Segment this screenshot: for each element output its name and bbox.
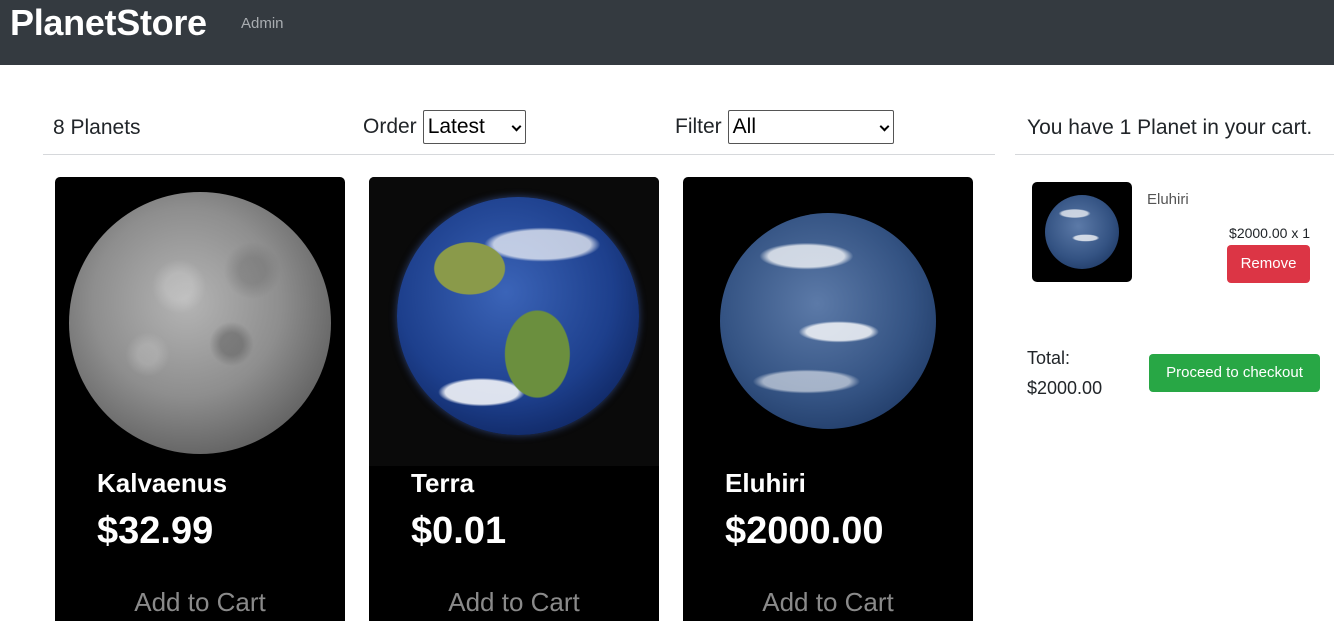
add-to-cart-button[interactable]: Add to Cart (683, 587, 973, 618)
filter-control: Filter All (675, 109, 894, 145)
product-image[interactable] (683, 177, 973, 466)
remove-button[interactable]: Remove (1227, 245, 1310, 283)
product-name: Terra (411, 468, 475, 498)
planet-image (397, 197, 639, 435)
product-count: 8 Planets (53, 116, 141, 139)
order-select-value: Latest (427, 115, 485, 138)
total-label: Total: (1027, 348, 1071, 368)
cart-header: You have 1 Planet in your cart. (1015, 106, 1334, 155)
filter-label: Filter (675, 115, 722, 138)
product-card: Terra $0.01 Add to Cart (369, 177, 659, 621)
total-value: $2000.00 (1027, 378, 1103, 398)
product-card: Eluhiri $2000.00 Add to Cart (683, 177, 973, 621)
product-card: Kalvaenus $32.99 Add to Cart (55, 177, 345, 621)
chevron-down-icon (879, 121, 890, 132)
product-price: $2000.00 (725, 510, 884, 552)
cart-summary: You have 1 Planet in your cart. (1027, 116, 1313, 139)
planet-image (1045, 195, 1119, 269)
add-to-cart-button[interactable]: Add to Cart (55, 587, 345, 618)
order-control: Order Latest (363, 109, 526, 145)
product-name: Kalvaenus (97, 468, 228, 498)
cart-item-price-qty: $2000.00 x 1 (1229, 225, 1310, 241)
filter-bar: 8 Planets Order Latest Filter All (43, 106, 995, 155)
product-price: $0.01 (411, 510, 507, 552)
product-price: $32.99 (97, 510, 214, 552)
add-to-cart-button[interactable]: Add to Cart (369, 587, 659, 618)
cart-item-thumbnail (1032, 182, 1132, 282)
navbar: PlanetStore Admin (0, 0, 1334, 65)
product-image[interactable] (369, 177, 659, 466)
order-select[interactable]: Latest (422, 110, 526, 144)
product-name: Eluhiri (725, 468, 806, 498)
chevron-down-icon (511, 121, 522, 132)
cart-item-name: Eluhiri (1147, 191, 1189, 208)
order-label: Order (363, 115, 417, 138)
nav-link-admin[interactable]: Admin (241, 15, 284, 32)
checkout-button[interactable]: Proceed to checkout (1149, 354, 1320, 392)
filter-select[interactable]: All (727, 110, 894, 144)
planet-image (69, 192, 331, 454)
planet-image (720, 213, 936, 429)
filter-select-value: All (732, 115, 757, 138)
brand-logo[interactable]: PlanetStore (10, 0, 207, 48)
product-image[interactable] (55, 177, 345, 466)
